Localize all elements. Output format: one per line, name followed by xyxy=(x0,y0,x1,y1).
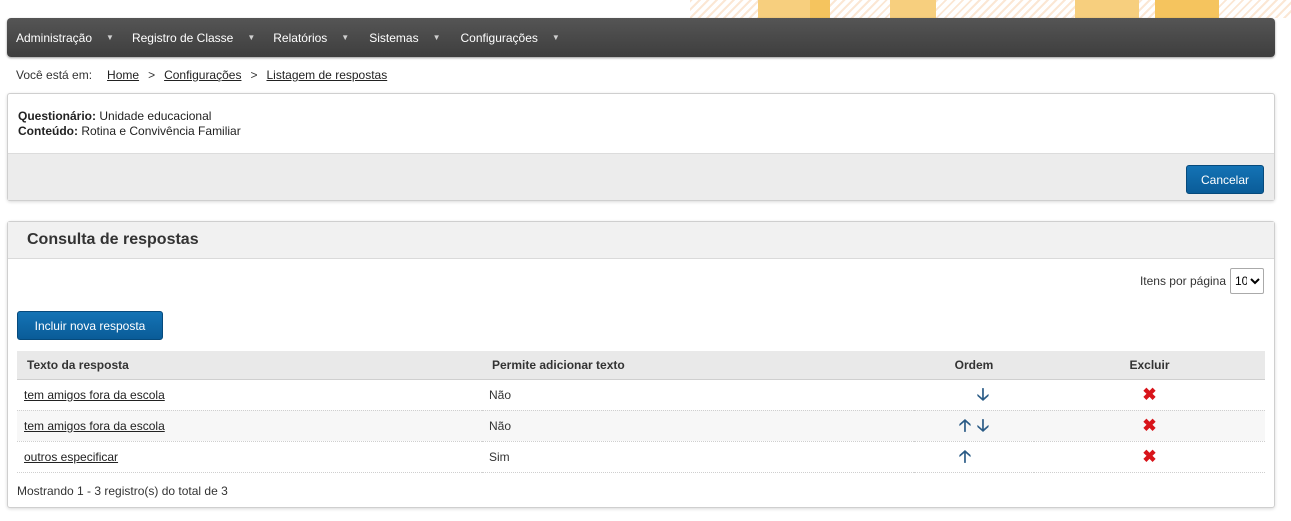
questionario-label: Questionário: xyxy=(18,109,97,123)
nav-registro-de-classe[interactable]: Registro de Classe ▼ xyxy=(132,31,255,45)
breadcrumb-prefix: Você está em: xyxy=(16,68,93,82)
answer-link[interactable]: outros especificar xyxy=(24,450,118,464)
allow-text-value: Não xyxy=(489,387,512,402)
chevron-down-icon: ▼ xyxy=(106,33,114,42)
results-header: Consulta de respostas xyxy=(8,222,1274,259)
column-header-allow: Permite adicionar texto xyxy=(482,351,914,380)
nav-label: Sistemas xyxy=(369,30,419,45)
breadcrumb-home[interactable]: Home xyxy=(107,68,139,82)
chevron-down-icon: ▼ xyxy=(551,33,560,42)
nav-label: Relatórios xyxy=(273,30,328,45)
table-row: tem amigos fora da escola Não 🡡 🡣 ✖ xyxy=(17,410,1265,441)
answer-link[interactable]: tem amigos fora da escola xyxy=(24,419,165,433)
order-cell: 🡣 xyxy=(914,379,1034,410)
cancel-button[interactable]: Cancelar xyxy=(1186,165,1264,194)
breadcrumb-listagem[interactable]: Listagem de respostas xyxy=(266,68,387,82)
order-cell: 🡡 xyxy=(914,441,1034,472)
allow-text-value: Não xyxy=(489,418,512,433)
info-block: Questionário: Unidade educacional Conteú… xyxy=(8,94,1274,139)
per-page-label: Itens por página xyxy=(1139,274,1226,288)
add-answer-button[interactable]: Incluir nova resposta xyxy=(17,311,163,340)
nav-label: Registro de Classe xyxy=(131,30,234,45)
arrow-up-icon[interactable]: 🡡 xyxy=(956,448,974,465)
table-row: tem amigos fora da escola Não 🡣 ✖ xyxy=(17,379,1265,410)
table-row: outros especificar Sim 🡡 ✖ xyxy=(17,441,1265,472)
chevron-down-icon: ▼ xyxy=(341,33,350,42)
conteudo-value: Rotina e Convivência Familiar xyxy=(81,124,241,138)
main-nav: Administração ▼ Registro de Classe ▼ Rel… xyxy=(7,18,1275,57)
arrow-down-icon[interactable]: 🡣 xyxy=(974,417,992,434)
nav-label: Configurações xyxy=(460,30,538,45)
conteudo-line: Conteúdo: Rotina e Convivência Familiar xyxy=(18,124,1264,139)
column-header-order: Ordem xyxy=(914,351,1034,380)
allow-text-value: Sim xyxy=(489,449,510,464)
nav-administracao[interactable]: Administração ▼ xyxy=(16,31,114,45)
chevron-down-icon: ▼ xyxy=(432,33,441,42)
questionario-line: Questionário: Unidade educacional xyxy=(18,109,1264,124)
nav-label: Administração xyxy=(16,30,93,45)
nav-relatorios[interactable]: Relatórios ▼ xyxy=(273,31,349,45)
breadcrumb-separator: > xyxy=(148,68,156,82)
header-decoration xyxy=(690,0,1291,18)
info-panel: Questionário: Unidade educacional Conteú… xyxy=(7,93,1275,201)
delete-icon[interactable]: ✖ xyxy=(1142,448,1156,465)
pagination-summary: Mostrando 1 - 3 registro(s) do total de … xyxy=(17,484,228,498)
results-panel: Consulta de respostas Itens por página 1… xyxy=(7,221,1275,508)
answer-link[interactable]: tem amigos fora da escola xyxy=(24,388,165,402)
table-header-row: Texto da resposta Permite adicionar text… xyxy=(17,351,1265,380)
order-cell: 🡡 🡣 xyxy=(914,410,1034,441)
chevron-down-icon: ▼ xyxy=(247,33,256,42)
per-page-select[interactable]: 10 xyxy=(1230,268,1264,294)
column-header-delete: Excluir xyxy=(1034,351,1265,380)
questionario-value: Unidade educacional xyxy=(99,109,212,123)
nav-configuracoes[interactable]: Configurações ▼ xyxy=(461,31,560,45)
info-panel-footer: Cancelar xyxy=(8,153,1274,200)
breadcrumb: Você está em: Home > Configurações > Lis… xyxy=(16,68,387,82)
per-page-control: Itens por página 10 xyxy=(1140,268,1264,294)
conteudo-label: Conteúdo: xyxy=(18,124,78,138)
answers-table: Texto da resposta Permite adicionar text… xyxy=(17,351,1265,473)
breadcrumb-separator: > xyxy=(250,68,258,82)
breadcrumb-configuracoes[interactable]: Configurações xyxy=(164,68,241,82)
arrow-down-icon[interactable]: 🡣 xyxy=(974,386,992,403)
nav-sistemas[interactable]: Sistemas ▼ xyxy=(369,31,440,45)
arrow-up-icon[interactable]: 🡡 xyxy=(956,417,974,434)
results-title: Consulta de respostas xyxy=(27,231,199,248)
delete-icon[interactable]: ✖ xyxy=(1142,417,1156,434)
column-header-text: Texto da resposta xyxy=(17,351,482,380)
delete-icon[interactable]: ✖ xyxy=(1142,386,1156,403)
